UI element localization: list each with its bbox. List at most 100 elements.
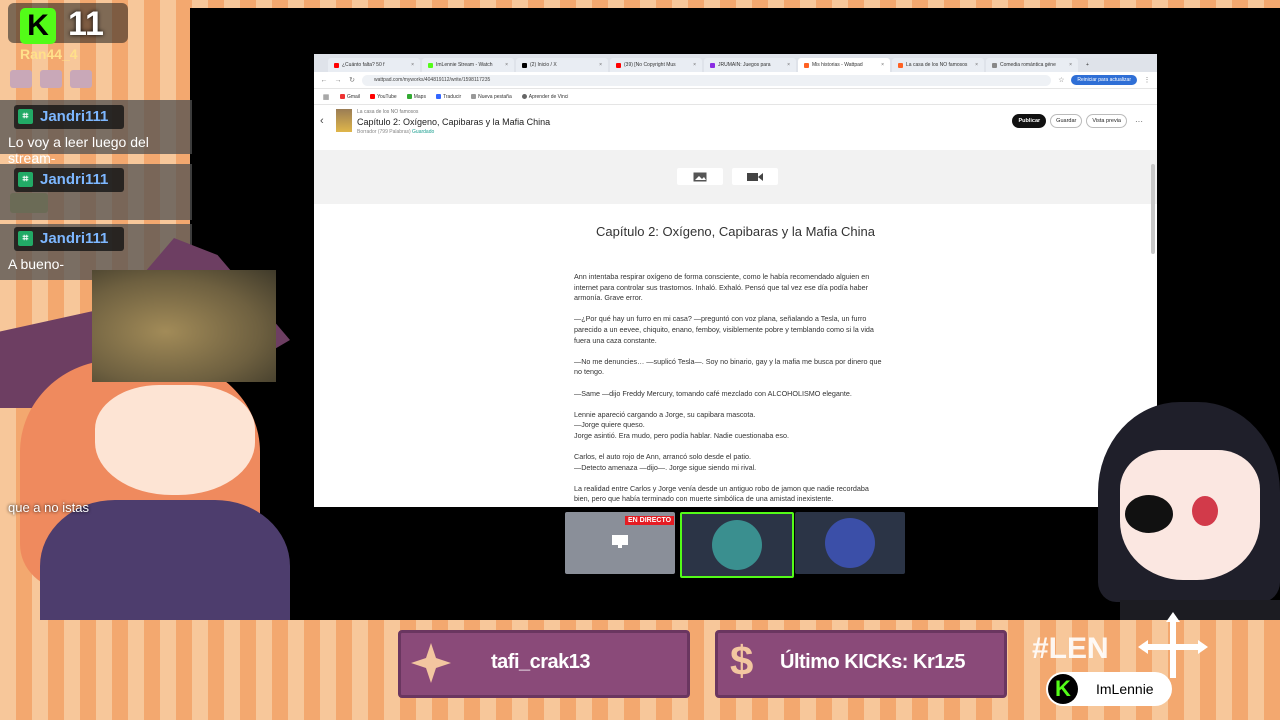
follower-name: tafi_crak13 <box>491 651 591 673</box>
sparkle-icon <box>411 643 451 683</box>
chat-text: A bueno- <box>8 256 65 272</box>
tab-purple[interactable]: JRUMAIN: Juegos para × <box>704 58 796 72</box>
more-icon[interactable]: ··· <box>1135 117 1143 126</box>
eyepatch <box>1125 495 1173 533</box>
tab-wattpad-2[interactable]: La casa de los NO famosos × <box>892 58 984 72</box>
dollar-icon: $ <box>730 637 754 684</box>
page-icon <box>471 94 477 99</box>
apps-icon[interactable]: ▦ <box>322 93 330 101</box>
tab-x[interactable]: (2) Inicio / X × <box>516 58 608 72</box>
close-icon[interactable]: × <box>599 58 602 72</box>
image-upload-button[interactable] <box>677 168 723 185</box>
tab-kick[interactable]: ImLennie Stream - Watch × <box>422 58 514 72</box>
preview-button[interactable]: Vista previa <box>1086 114 1127 128</box>
close-icon[interactable]: × <box>787 58 790 72</box>
story-paragraph[interactable]: Carlos, el auto rojo de Ann, arrancó sol… <box>574 452 886 473</box>
purple-icon <box>710 62 715 68</box>
youtube-icon <box>370 94 376 99</box>
tab-bar: ¿Cuánto falta? 50 f × ImLennie Stream - W… <box>314 54 1157 72</box>
globe-icon <box>521 94 527 99</box>
monitor-icon <box>612 535 628 548</box>
wattpad-icon <box>804 62 809 68</box>
close-icon[interactable]: × <box>881 58 884 72</box>
chat-text: Lo voy a leer luego del stream- <box>8 134 149 166</box>
browser-window: ¿Cuánto falta? 50 f × ImLennie Stream - W… <box>314 54 1157 507</box>
bookmark-vinci[interactable]: Aprender de Vinci <box>521 94 568 100</box>
story-paragraph[interactable]: Lennie apareció cargando a Jorge, su cap… <box>574 410 886 442</box>
emote-icon <box>40 70 62 88</box>
youtube-icon <box>616 62 621 68</box>
hashtag-text: #LEN <box>1032 632 1109 665</box>
bookmark-gmail[interactable]: Gmail <box>340 94 360 100</box>
close-icon[interactable]: × <box>975 58 978 72</box>
follower-banner: tafi_crak13 <box>398 630 690 698</box>
participant-tile-1[interactable] <box>680 512 794 578</box>
chat-username: Ran44_4 <box>20 46 78 62</box>
story-paragraph[interactable]: Ann intentaba respirar oxígeno de forma … <box>574 272 886 304</box>
story-cover[interactable] <box>336 109 352 132</box>
capybara-image <box>92 270 276 382</box>
update-button[interactable]: Reiniciar para actualizar <box>1071 75 1137 85</box>
video-upload-button[interactable] <box>732 168 778 185</box>
chat-username: Jandri111 <box>40 108 109 125</box>
forward-icon[interactable]: → <box>334 77 342 84</box>
publish-button[interactable]: Publicar <box>1012 114 1047 128</box>
close-icon[interactable]: × <box>411 58 414 72</box>
globe-icon <box>992 62 997 68</box>
menu-icon[interactable]: ⋮ <box>1143 76 1151 84</box>
screen-share-tile[interactable]: EN DIRECTO <box>565 512 675 574</box>
image-icon <box>693 172 707 181</box>
avatar <box>712 520 762 570</box>
saved-status: Guardado <box>412 129 435 135</box>
tab-globe[interactable]: Comedia romántica géne × <box>986 58 1078 72</box>
reload-icon[interactable]: ↻ <box>348 76 356 84</box>
video-icon <box>747 172 763 181</box>
maps-icon <box>406 94 412 99</box>
url-bar[interactable]: wattpad.com/myworks/404819112/write/1598… <box>362 74 1052 86</box>
wattpad-header: ‹ La casa de los NO famosos Capítulo 2: … <box>314 105 1157 153</box>
chat-text-partial: que a no istas <box>8 500 89 515</box>
bookmark-maps[interactable]: Maps <box>406 94 426 100</box>
viewer-count: 11 <box>68 5 104 43</box>
kicks-banner: $ Último KICKs: Kr1z5 <box>715 630 1007 698</box>
bookmark-youtube[interactable]: YouTube <box>370 94 397 100</box>
emote-icon <box>70 70 92 88</box>
back-icon[interactable]: ← <box>320 77 328 84</box>
kick-logo-icon: K <box>1048 674 1078 704</box>
back-arrow-icon[interactable]: ‹ <box>320 115 324 127</box>
story-paragraph[interactable]: —¿Por qué hay un furro en mi casa? —preg… <box>574 314 886 346</box>
story-paragraph[interactable]: La realidad entre Carlos y Jorge venía d… <box>574 484 886 505</box>
address-row: ← → ↻ wattpad.com/myworks/404819112/writ… <box>314 72 1157 89</box>
story-name[interactable]: La casa de los NO famosos <box>357 109 418 115</box>
close-icon[interactable]: × <box>693 58 696 72</box>
bookmarks-bar: ▦ Gmail YouTube Maps Traducir Nueva pest… <box>314 89 1157 105</box>
live-badge: EN DIRECTO <box>625 516 675 525</box>
viewer-counter: K 11 <box>8 3 128 44</box>
chapter-title[interactable]: Capítulo 2: Oxígeno, Capibaras y la Mafi… <box>314 224 1157 239</box>
new-tab-button[interactable]: + <box>1080 58 1102 72</box>
star-icon[interactable]: ☆ <box>1057 76 1065 84</box>
channel-tag: K ImLennie <box>1046 672 1172 706</box>
story-editor[interactable]: Ann intentaba respirar oxígeno de forma … <box>574 272 886 507</box>
close-icon[interactable]: × <box>1069 58 1072 72</box>
red-eye <box>1192 496 1218 526</box>
bookmark-translate[interactable]: Traducir <box>435 94 461 100</box>
header-actions: Publicar Guardar Vista previa ··· <box>1012 114 1143 128</box>
tab-wattpad-active[interactable]: Mis historias - Wattpad × <box>798 58 890 72</box>
youtube-icon <box>334 62 339 68</box>
bookmark-new-tab[interactable]: Nueva pestaña <box>471 94 512 100</box>
page-scrollbar[interactable] <box>1151 164 1155 254</box>
tab-youtube-1[interactable]: ¿Cuánto falta? 50 f × <box>328 58 420 72</box>
story-paragraph[interactable]: —No me denuncies… —suplicó Tesla—. Soy n… <box>574 357 886 378</box>
participant-tile-2[interactable] <box>795 512 905 574</box>
tab-youtube-2[interactable]: (39) [No Copyright Mus × <box>610 58 702 72</box>
x-icon <box>522 62 527 68</box>
last-kicks: Último KICKs: Kr1z5 <box>780 651 965 673</box>
chat-username: Jandri111 <box>40 230 109 247</box>
kick-logo-icon: K <box>20 8 56 44</box>
draft-status: Borrador (799 Palabras) Guardado <box>357 129 435 135</box>
story-paragraph[interactable]: —Same —dijo Freddy Mercury, tomando café… <box>574 389 886 400</box>
kick-icon <box>428 62 433 68</box>
close-icon[interactable]: × <box>505 58 508 72</box>
save-button[interactable]: Guardar <box>1050 114 1083 128</box>
